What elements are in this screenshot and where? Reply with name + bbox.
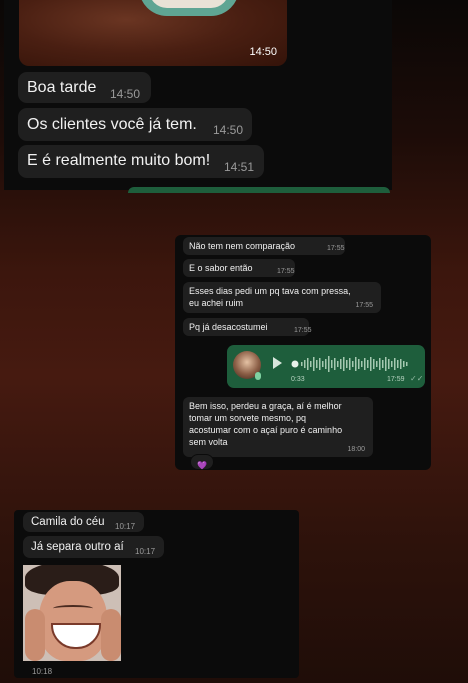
double-check-icon: ✓✓ bbox=[410, 374, 424, 383]
message-time: 17:55 bbox=[327, 245, 345, 252]
message-bubble[interactable]: Camila do céu 10:17 bbox=[23, 512, 144, 532]
message-bubble[interactable]: Pq já desacostumei 17:55 bbox=[183, 318, 312, 336]
message-text: Camila do céu bbox=[31, 516, 105, 528]
message-time: 17:55 bbox=[355, 302, 373, 309]
play-icon[interactable] bbox=[273, 357, 282, 369]
waveform[interactable] bbox=[291, 355, 416, 373]
sticker-hand-left bbox=[25, 609, 45, 661]
message-text-line: acostumar com o açaí puro é caminho bbox=[189, 425, 343, 435]
message-text: E o sabor então bbox=[189, 263, 253, 273]
message-text-line: tomar um sorvete mesmo, pq bbox=[189, 413, 307, 423]
chat-panel-top: 14:50 Boa tarde 14:50 Os clientes você j… bbox=[4, 0, 392, 193]
photo-object-inner bbox=[149, 0, 229, 8]
sticker-face bbox=[39, 581, 107, 661]
message-time: 14:51 bbox=[224, 160, 255, 174]
sticker-hand-right bbox=[101, 609, 121, 661]
photo-timestamp: 14:50 bbox=[249, 46, 277, 58]
message-bubble[interactable]: E é realmente muito bom! 14:51 bbox=[18, 145, 264, 178]
chat-panel-middle: Não tem nem comparação 17:55 E o sabor e… bbox=[175, 235, 431, 470]
voice-duration: 0:33 bbox=[291, 376, 305, 383]
message-text-line: sem volta bbox=[189, 437, 228, 447]
message-time: 17:55 bbox=[277, 268, 295, 275]
message-bubble[interactable]: Já separa outro aí 10:17 bbox=[23, 536, 164, 558]
sticker-eyes bbox=[53, 605, 93, 612]
message-time: 10:17 bbox=[115, 522, 136, 531]
message-bubble[interactable]: Bem isso, perdeu a graça, aí é melhor to… bbox=[183, 397, 373, 457]
message-text: Já separa outro aí bbox=[31, 541, 124, 553]
message-time: 14:50 bbox=[213, 123, 244, 137]
message-text: Boa tarde bbox=[27, 79, 97, 96]
message-text-line: eu achei ruim bbox=[189, 298, 244, 308]
message-time: 18:00 bbox=[347, 446, 365, 453]
partial-outgoing-bubble bbox=[128, 187, 390, 193]
shared-photo[interactable]: 14:50 bbox=[19, 0, 287, 66]
message-bubble[interactable]: Não tem nem comparação 17:55 bbox=[183, 237, 345, 255]
message-bubble[interactable]: Os clientes você já tem. 14:50 bbox=[18, 108, 252, 141]
chat-panel-bottom: Camila do céu 10:17 Já separa outro aí 1… bbox=[14, 510, 299, 678]
sticker-time: 10:18 bbox=[32, 667, 53, 676]
message-bubble[interactable]: E o sabor então 17:55 bbox=[183, 259, 295, 277]
message-time: 14:50 bbox=[110, 87, 141, 101]
message-text: Pq já desacostumei bbox=[189, 322, 268, 332]
voice-time: 17:59 bbox=[387, 376, 405, 383]
message-time: 10:17 bbox=[135, 547, 156, 556]
message-time: 17:55 bbox=[294, 327, 312, 334]
mic-icon bbox=[255, 372, 261, 380]
message-text-line: Esses dias pedi um pq tava com pressa, bbox=[189, 286, 351, 296]
reaction-badge[interactable]: 💜 bbox=[190, 454, 214, 470]
voice-message-bubble[interactable]: 0:33 17:59 ✓✓ bbox=[227, 345, 425, 388]
sticker-photo[interactable] bbox=[23, 565, 121, 661]
purple-heart-icon: 💜 bbox=[197, 461, 207, 470]
message-bubble[interactable]: Boa tarde 14:50 bbox=[18, 72, 151, 103]
message-text: E é realmente muito bom! bbox=[27, 152, 211, 169]
message-bubble[interactable]: Esses dias pedi um pq tava com pressa, e… bbox=[183, 282, 381, 313]
message-text: Não tem nem comparação bbox=[189, 241, 296, 251]
message-text: Os clientes você já tem. bbox=[27, 116, 197, 133]
message-text-line: Bem isso, perdeu a graça, aí é melhor bbox=[189, 401, 342, 411]
